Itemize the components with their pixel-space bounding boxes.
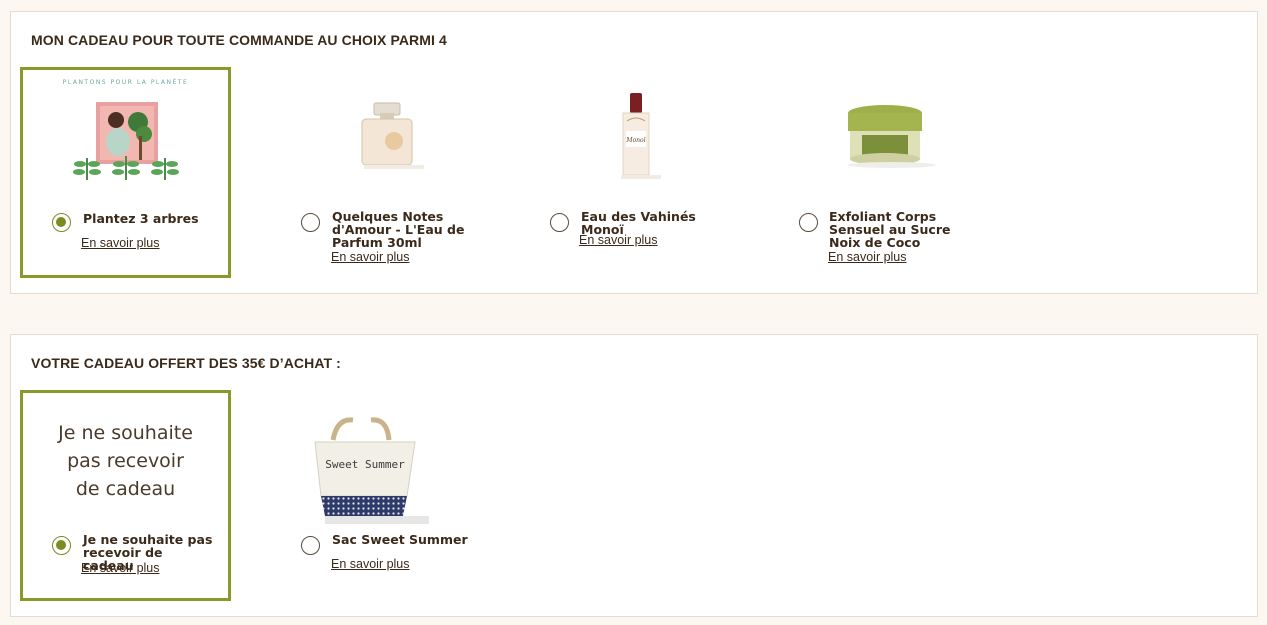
gift-option-perfume[interactable]: Quelques Notes d'Amour - L'Eau de Parfum… xyxy=(281,67,492,278)
scrub-jar-image xyxy=(847,105,936,168)
learn-more-link[interactable]: En savoir plus xyxy=(828,250,907,264)
radio-dot xyxy=(56,540,66,550)
radio-tote-bag[interactable] xyxy=(301,536,320,555)
radio-plant-trees[interactable] xyxy=(52,213,71,232)
plant-trees-image xyxy=(72,102,179,180)
radio-dot xyxy=(56,217,66,227)
gift-option-tote-bag[interactable]: Sweet Summer Sac Sweet Summer En savoir … xyxy=(281,390,492,601)
tote-bag-image: Sweet Summer xyxy=(314,417,429,524)
gift-option-monoi[interactable]: Monoï Eau des Vahinés Monoï En savoir pl… xyxy=(530,67,741,278)
gift-choice-panel: MON CADEAU POUR TOUTE COMMANDE AU CHOIX … xyxy=(10,11,1258,294)
monoi-bottle-image: Monoï xyxy=(620,93,661,179)
panel-title: MON CADEAU POUR TOUTE COMMANDE AU CHOIX … xyxy=(31,32,447,48)
perfume-bottle-image xyxy=(361,102,424,169)
option-label: Quelques Notes d'Amour - L'Eau de Parfum… xyxy=(332,209,465,250)
radio-scrub[interactable] xyxy=(799,213,818,232)
gift-option-plant-trees[interactable]: PLANTONS POUR LA PLANÈTE Plantez 3 arbre… xyxy=(20,67,231,278)
learn-more-link[interactable]: En savoir plus xyxy=(81,236,160,250)
option-label: Exfoliant Corps Sensuel au Sucre Noix de… xyxy=(829,209,951,250)
radio-no-gift[interactable] xyxy=(52,536,71,555)
learn-more-link[interactable]: En savoir plus xyxy=(331,557,410,571)
no-gift-card: Je ne souhaite pas recevoir de cadeau xyxy=(58,422,193,500)
radio-monoi[interactable] xyxy=(550,213,569,232)
panel-title: VOTRE CADEAU OFFERT DES 35€ D’ACHAT : xyxy=(31,355,341,371)
bag-text: Sweet Summer xyxy=(325,458,405,471)
learn-more-link[interactable]: En savoir plus xyxy=(81,561,160,575)
gift-option-no-gift[interactable]: Je ne souhaite pas recevoir de cadeau Je… xyxy=(20,390,231,601)
option-label: Sac Sweet Summer xyxy=(332,532,468,547)
option-label: Plantez 3 arbres xyxy=(83,211,199,226)
learn-more-link[interactable]: En savoir plus xyxy=(331,250,410,264)
radio-perfume[interactable] xyxy=(301,213,320,232)
svg-text:Monoï: Monoï xyxy=(625,137,646,144)
gift-option-scrub[interactable]: Exfoliant Corps Sensuel au Sucre Noix de… xyxy=(779,67,990,278)
free-gift-panel: VOTRE CADEAU OFFERT DES 35€ D’ACHAT : Je… xyxy=(10,334,1258,617)
plant-caption: PLANTONS POUR LA PLANÈTE xyxy=(62,79,189,86)
learn-more-link[interactable]: En savoir plus xyxy=(579,233,658,247)
